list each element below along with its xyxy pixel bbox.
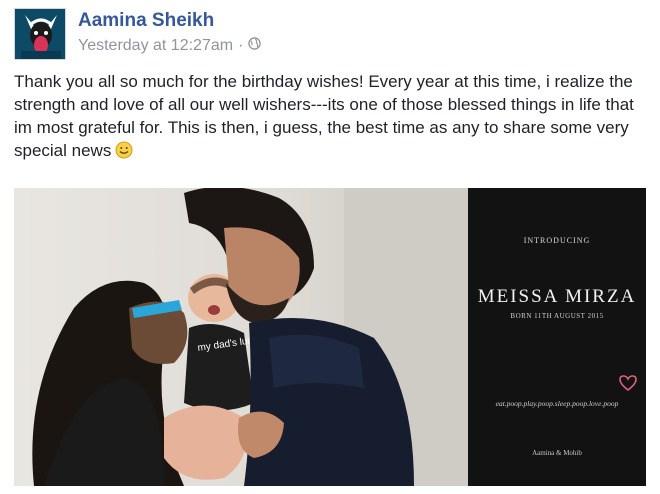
post-timestamp[interactable]: Yesterday at 12:27am (78, 37, 233, 55)
post-photo[interactable]: my dad's lucky INTRODUCING MEISSA MIRZA … (14, 188, 646, 486)
meta-separator: · (238, 37, 244, 54)
card-introducing: INTRODUCING (523, 236, 591, 245)
heart-icon (619, 375, 637, 392)
birth-announcement-card: INTRODUCING MEISSA MIRZA BORN 11TH AUGUS… (468, 188, 646, 486)
post-meta: Yesterday at 12:27am · (78, 37, 262, 55)
globe-icon[interactable] (248, 37, 262, 55)
author-name[interactable]: Aamina Sheikh (78, 10, 214, 32)
card-born-date: BORN 11TH AUGUST 2015 (510, 312, 604, 320)
avatar[interactable] (14, 8, 66, 60)
smile-emoji-icon (115, 141, 133, 165)
card-signature: Aamina & Mohib (532, 449, 582, 457)
post-header: Aamina Sheikh Yesterday at 12:27am · (14, 8, 644, 64)
card-motto: eat.poop.play.poop.sleep.poop.love.poop (495, 399, 619, 408)
post-text: Thank you all so much for the birthday w… (14, 70, 646, 165)
family-photo: my dad's lucky (14, 188, 468, 486)
post-body-text: Thank you all so much for the birthday w… (14, 72, 634, 160)
card-baby-name: MEISSA MIRZA (477, 286, 637, 307)
avatar-illustration (15, 9, 65, 59)
